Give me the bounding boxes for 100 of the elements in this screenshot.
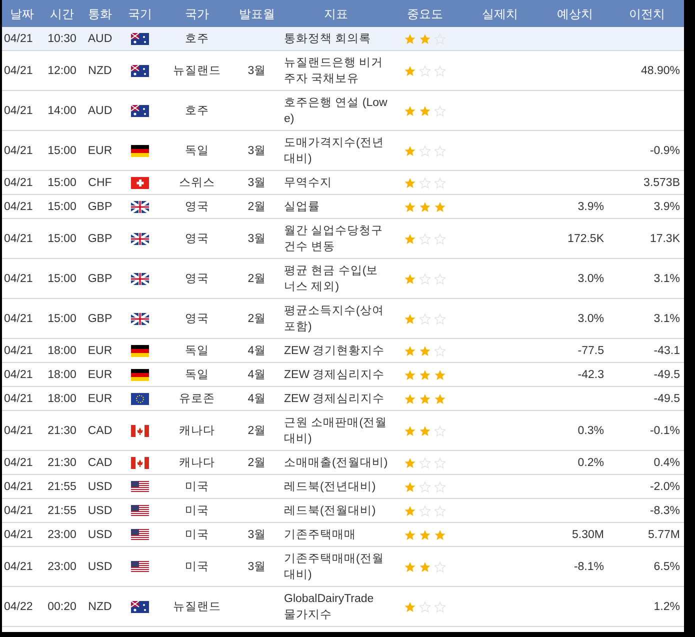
- table-cell-text: 영국: [185, 232, 209, 246]
- table-cell-text: 04/21: [4, 272, 33, 286]
- table-cell-text: 04/21: [4, 312, 33, 326]
- table-cell-text: 04/21: [4, 424, 33, 438]
- flag-icon: [131, 600, 149, 612]
- table-cell-text: -2.0%: [650, 480, 680, 494]
- empty-star-icon: [419, 600, 431, 612]
- empty-star-icon: [434, 176, 446, 188]
- column-header: 국기: [128, 6, 152, 22]
- table-cell-text: 3월: [248, 144, 266, 158]
- empty-star-icon: [434, 480, 446, 492]
- table-cell-text: 무역수지: [284, 176, 332, 190]
- table-cell-text: 2월: [248, 424, 266, 438]
- star-icon: [404, 528, 416, 540]
- table-cell-text: GBP: [88, 200, 112, 214]
- table-cell-text: USD: [88, 480, 112, 494]
- star-icon: [419, 424, 431, 436]
- table-cell-text: 21:30: [48, 424, 76, 438]
- star-icon: [404, 104, 416, 116]
- flag-icon: [131, 144, 149, 156]
- star-icon: [419, 104, 431, 116]
- empty-star-icon: [419, 504, 431, 516]
- star-icon: [434, 392, 446, 404]
- table-cell-text: 근원 소매판매(전월대비): [284, 416, 388, 446]
- flag-icon: [131, 64, 149, 76]
- table-cell-text: 3.9%: [654, 200, 680, 214]
- table-cell-text: 48.90%: [640, 64, 680, 78]
- empty-star-icon: [434, 456, 446, 468]
- table-cell-text: 18:00: [48, 344, 76, 358]
- table-cell-text: 실업률: [284, 200, 320, 214]
- column-header: 국가: [185, 6, 209, 22]
- table-cell-text: 호주은행 연설 (Lowe): [284, 96, 388, 126]
- table-cell-text: 3.573B: [644, 176, 680, 190]
- flag-icon: [131, 504, 149, 516]
- empty-star-icon: [434, 344, 446, 356]
- table-cell-text: USD: [88, 504, 112, 518]
- star-icon: [419, 32, 431, 44]
- table-cell-text: -8.1%: [574, 560, 604, 574]
- table-cell-text: 04/21: [4, 480, 33, 494]
- column-header: 날짜: [10, 6, 34, 22]
- table-cell-text: GBP: [88, 312, 112, 326]
- table-cell-text: 15:00: [48, 312, 76, 326]
- table-cell-text: 04/21: [4, 560, 33, 574]
- table-cell-text: 0.4%: [654, 456, 680, 470]
- table-cell-text: 통화정책 회의록: [284, 32, 372, 46]
- table-cell-text: 평균소득지수(상여포함): [284, 304, 385, 334]
- table-cell-text: 04/21: [4, 232, 33, 246]
- flag-icon: [131, 424, 149, 436]
- table-cell-text: 기존주택매매(전월대비): [284, 552, 385, 582]
- empty-star-icon: [419, 64, 431, 76]
- table-cell-text: GBP: [88, 232, 112, 246]
- star-icon: [419, 368, 431, 380]
- table-cell-text: 04/21: [4, 368, 33, 382]
- table-cell-text: 호주: [185, 32, 209, 46]
- table-cell-text: GlobalDairyTrade 물가지수: [284, 592, 375, 622]
- table-cell-text: 15:00: [48, 272, 76, 286]
- star-icon: [404, 272, 416, 284]
- empty-star-icon: [419, 312, 431, 324]
- column-header: 중요도: [407, 6, 443, 22]
- table-cell-text: 영국: [185, 312, 209, 326]
- table-cell-text: NZD: [88, 64, 112, 78]
- table-cell-text: AUD: [88, 104, 112, 118]
- table-cell-text: USD: [88, 560, 112, 574]
- table-cell-text: 1.2%: [654, 600, 680, 614]
- table-cell-text: EUR: [88, 392, 112, 406]
- star-icon: [404, 200, 416, 212]
- table-cell-text: 도매가격지수(전년대비): [284, 136, 385, 166]
- star-icon: [419, 528, 431, 540]
- table-cell-text: 캐나다: [179, 424, 215, 438]
- flag-icon: [131, 456, 149, 468]
- table-cell-text: -42.3: [578, 368, 604, 382]
- table-cell-text: 18:00: [48, 392, 76, 406]
- table-cell-text: 미국: [185, 528, 209, 542]
- table-cell-text: 3월: [248, 560, 266, 574]
- empty-star-icon: [419, 272, 431, 284]
- star-icon: [404, 560, 416, 572]
- table-row[interactable]: 04/21 10:30 AUD 호주 통화정책 회의록: [2, 27, 684, 51]
- flag-icon: [131, 528, 149, 540]
- table-cell-text: 3월: [248, 528, 266, 542]
- empty-star-icon: [434, 504, 446, 516]
- flag-icon: [131, 480, 149, 492]
- table-cell-text: 호주: [185, 104, 209, 118]
- table-cell-text: 3.0%: [578, 312, 604, 326]
- empty-star-icon: [434, 232, 446, 244]
- flag-icon: [131, 560, 149, 572]
- table-cell-text: 3.0%: [578, 272, 604, 286]
- table-cell-text: 15:00: [48, 144, 76, 158]
- table-cell-text: -49.5: [654, 392, 680, 406]
- table-cell-text: 21:30: [48, 456, 76, 470]
- table-cell-text: 스위스: [179, 176, 215, 190]
- star-icon: [434, 368, 446, 380]
- table-cell-text: 04/21: [4, 32, 33, 46]
- table-cell-text: 04/21: [4, 456, 33, 470]
- table-cell-text: 04/22: [4, 600, 33, 614]
- table-cell-text: 04/21: [4, 504, 33, 518]
- table-cell-text: 미국: [185, 504, 209, 518]
- table-cell-text: 독일: [185, 368, 209, 382]
- table-cell-text: -0.9%: [650, 144, 680, 158]
- table-cell-text: 04/21: [4, 344, 33, 358]
- table-cell-text: 4월: [248, 344, 266, 358]
